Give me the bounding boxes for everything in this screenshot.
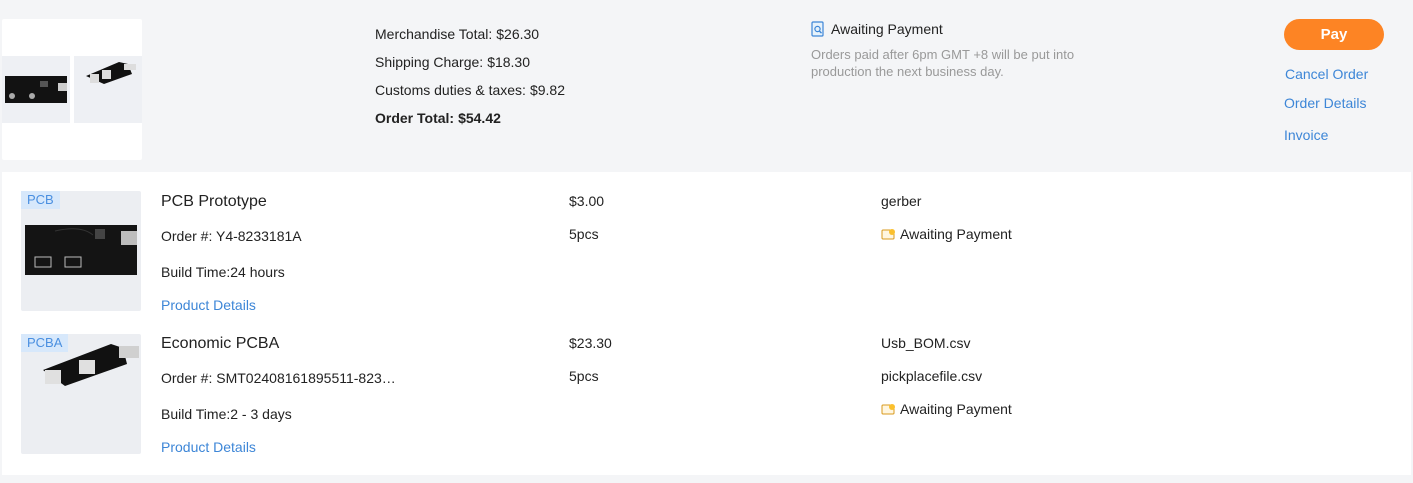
wallet-clock-icon	[881, 229, 895, 240]
status-label: Awaiting Payment	[811, 20, 1091, 38]
build-time: Build Time:24 hours	[161, 264, 285, 280]
invoice-link[interactable]: Invoice	[1284, 127, 1328, 143]
build-time: Build Time:2 - 3 days	[161, 406, 292, 422]
order-total: Order Total: $54.42	[375, 110, 501, 126]
wallet-clock-icon	[881, 404, 895, 415]
product-tag: PCB	[21, 191, 60, 209]
item-price: $3.00	[569, 193, 605, 209]
pcb-product-image: PCB	[21, 191, 141, 311]
product-details-link[interactable]: Product Details	[161, 297, 256, 313]
item-status: Awaiting Payment	[881, 401, 1012, 417]
order-number: Order #: SMT02408161895511-823…	[161, 370, 396, 386]
file-pickplace: pickplacefile.csv	[881, 368, 983, 384]
pay-button[interactable]: Pay	[1284, 19, 1384, 50]
order-items: PCB PCB Prototype Order #: Y4-8233181A B…	[2, 172, 1411, 475]
order-summary: Merchandise Total: $26.30 Shipping Charge…	[0, 0, 1413, 170]
order-totals: Merchandise Total: $26.30 Shipping Charge…	[375, 20, 565, 132]
file-bom: Usb_BOM.csv	[881, 335, 971, 351]
file-gerber: gerber	[881, 193, 922, 209]
order-actions: Pay Cancel Order Order Details Invoice	[1284, 19, 1394, 143]
product-name: PCB Prototype	[161, 193, 267, 210]
order-thumbnails	[2, 19, 142, 160]
order-number: Order #: Y4-8233181A	[161, 228, 302, 244]
order-status: Awaiting Payment Orders paid after 6pm G…	[811, 20, 1091, 80]
item-quantity: 5pcs	[569, 368, 599, 384]
order-details-link[interactable]: Order Details	[1284, 95, 1366, 111]
pcb-thumbnail	[2, 56, 70, 123]
pcba-thumbnail	[74, 56, 142, 123]
item-status: Awaiting Payment	[881, 226, 1012, 242]
customs-duties: Customs duties & taxes: $9.82	[375, 82, 565, 98]
merchandise-total: Merchandise Total: $26.30	[375, 26, 540, 42]
shipping-charge: Shipping Charge: $18.30	[375, 54, 531, 70]
product-name: Economic PCBA	[161, 335, 280, 352]
item-price: $23.30	[569, 335, 612, 351]
cancel-order-link[interactable]: Cancel Order	[1285, 66, 1368, 82]
product-details-link[interactable]: Product Details	[161, 439, 256, 455]
search-doc-icon	[811, 21, 824, 37]
production-note: Orders paid after 6pm GMT +8 will be put…	[811, 47, 1075, 79]
product-tag: PCBA	[21, 334, 69, 352]
pcba-product-image: PCBA	[21, 334, 141, 454]
item-quantity: 5pcs	[569, 226, 599, 242]
